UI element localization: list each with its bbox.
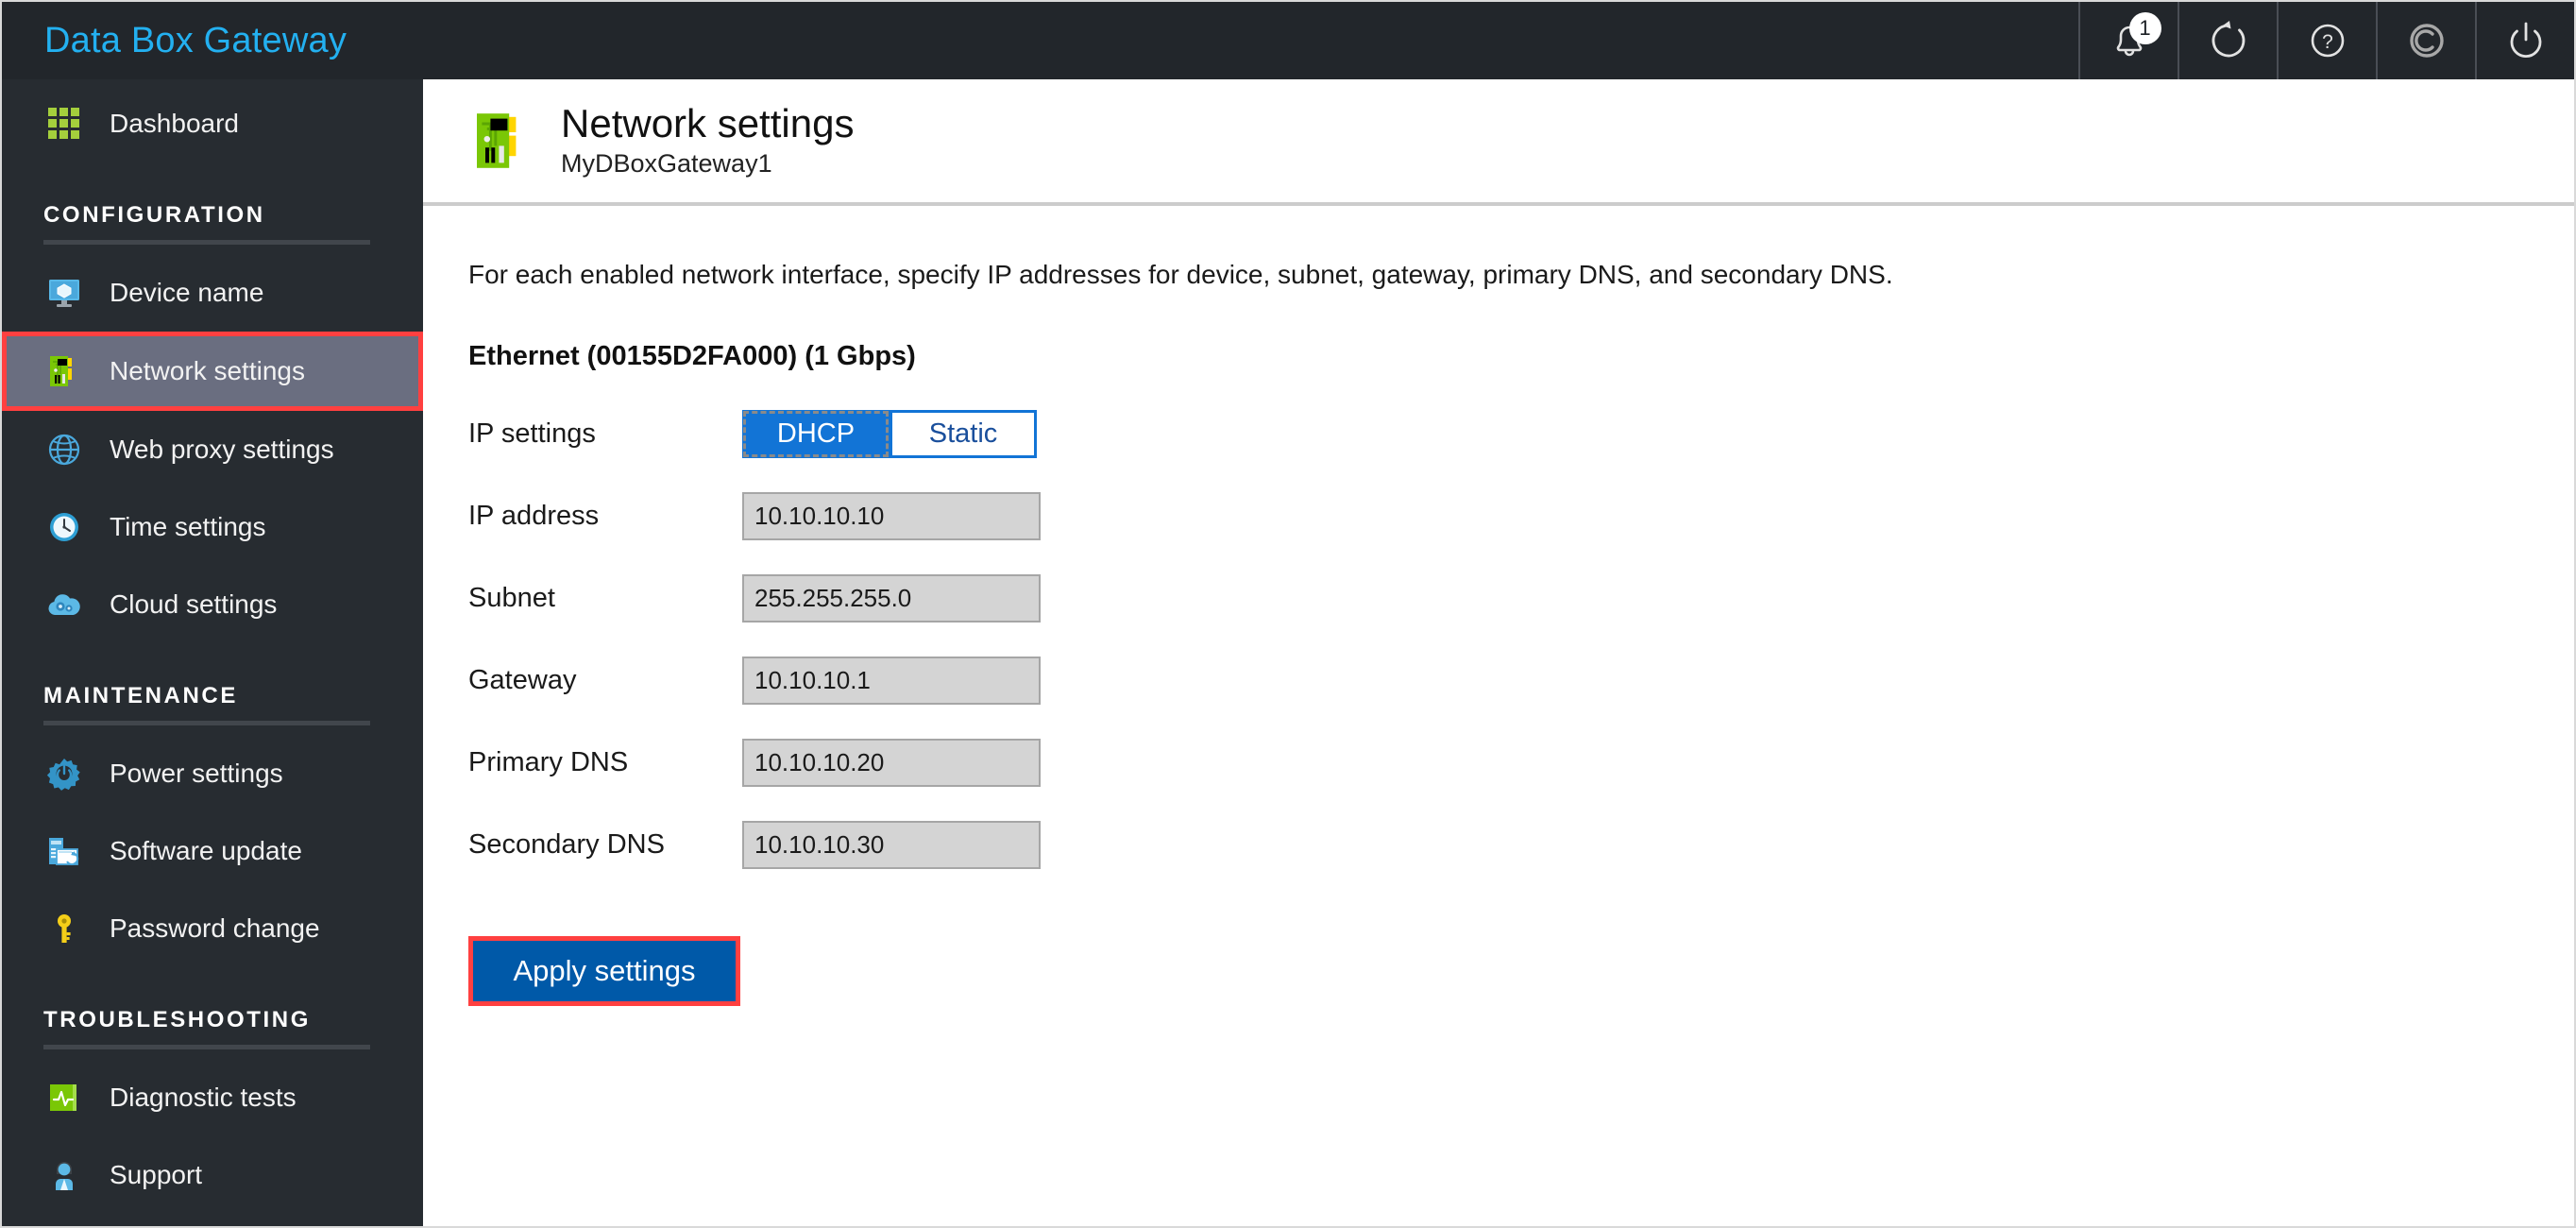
monitor-icon [43, 272, 85, 314]
sidebar-section-troubleshooting: TROUBLESHOOTING Diagnostic tests Support [2, 1007, 423, 1214]
page-title: Network settings [561, 100, 855, 145]
notification-badge: 1 [2128, 12, 2161, 44]
page-header-text: Network settings MyDBoxGateway1 [561, 100, 855, 179]
subnet-field: 255.255.255.0 [742, 574, 1054, 623]
intro-text: For each enabled network interface, spec… [468, 260, 1893, 289]
sidebar-item-label: Cloud settings [110, 589, 278, 619]
static-option-button[interactable]: Static [890, 410, 1037, 458]
secondary-dns-input[interactable]: 10.10.10.30 [742, 821, 1041, 869]
copyright-button[interactable] [2376, 2, 2475, 79]
sidebar-item-label: Support [110, 1160, 203, 1189]
ip-settings-field: DHCP Static [742, 410, 1054, 458]
help-icon: ? [2301, 14, 2354, 67]
section-title: CONFIGURATION [43, 202, 265, 228]
form-row-secondary-dns: Secondary DNS 10.10.10.30 [468, 804, 2574, 886]
ip-address-field: 10.10.10.10 [742, 492, 1054, 540]
apply-settings-button[interactable]: Apply settings [473, 941, 736, 1001]
clock-icon [43, 506, 85, 548]
grid-icon [43, 103, 85, 145]
sidebar-item-label: Software update [110, 836, 302, 865]
form-row-ip-settings: IP settings DHCP Static [468, 393, 2574, 475]
section-divider [43, 240, 370, 245]
sidebar-item-software-update[interactable]: Software update [2, 812, 423, 890]
ip-address-label: IP address [468, 501, 600, 531]
sidebar-item-label: Dashboard [110, 109, 239, 138]
refresh-button[interactable] [2178, 2, 2277, 79]
power-icon [2500, 14, 2552, 67]
copyright-icon [2400, 14, 2453, 67]
subnet-input[interactable]: 255.255.255.0 [742, 574, 1041, 623]
ip-address-input[interactable]: 10.10.10.10 [742, 492, 1041, 540]
section-title: TROUBLESHOOTING [43, 1007, 311, 1032]
main-content: Network settings MyDBoxGateway1 For each… [423, 79, 2574, 1226]
sidebar-item-label: Password change [110, 913, 320, 943]
network-card-icon [43, 350, 85, 392]
sidebar-item-diagnostic-tests[interactable]: Diagnostic tests [2, 1059, 423, 1136]
cloud-gear-icon [43, 584, 85, 625]
gateway-field: 10.10.10.1 [742, 657, 1054, 705]
sidebar-item-password-change[interactable]: Password change [2, 890, 423, 967]
topbar-actions: 1 ? [2078, 2, 2574, 79]
gateway-input[interactable]: 10.10.10.1 [742, 657, 1041, 705]
sidebar-item-label: Power settings [110, 759, 283, 788]
sidebar-item-label: Diagnostic tests [110, 1083, 297, 1112]
primary-dns-input[interactable]: 10.10.10.20 [742, 739, 1041, 787]
sidebar-section-maintenance: MAINTENANCE Power settings Software upda… [2, 683, 423, 967]
sidebar-item-cloud-settings[interactable]: Cloud settings [2, 566, 423, 643]
ip-settings-label: IP settings [468, 418, 596, 449]
secondary-dns-field: 10.10.10.30 [742, 821, 1054, 869]
network-card-icon [468, 107, 536, 175]
power-button[interactable] [2475, 2, 2574, 79]
sidebar-item-device-name[interactable]: Device name [2, 254, 423, 332]
form-row-gateway: Gateway 10.10.10.1 [468, 640, 2574, 722]
bell-icon: 1 [2103, 12, 2161, 67]
sidebar-item-label: Time settings [110, 512, 266, 541]
section-title: MAINTENANCE [43, 683, 238, 708]
key-icon [43, 908, 85, 949]
section-divider [43, 721, 370, 725]
sidebar-section-configuration: CONFIGURATION Device name Network settin… [2, 202, 423, 643]
sidebar-item-time-settings[interactable]: Time settings [2, 488, 423, 566]
dhcp-option-button[interactable]: DHCP [742, 410, 890, 458]
sidebar-item-label: Network settings [110, 356, 305, 385]
sidebar-item-dashboard[interactable]: Dashboard [2, 85, 423, 162]
app-brand-title: Data Box Gateway [44, 20, 347, 60]
globe-icon [43, 429, 85, 470]
sidebar-item-web-proxy-settings[interactable]: Web proxy settings [2, 411, 423, 488]
gateway-label: Gateway [468, 665, 577, 695]
interface-title: Ethernet (00155D2FA000) (1 Gbps) [468, 341, 916, 371]
svg-text:?: ? [2322, 31, 2333, 53]
ip-settings-segmented-control: DHCP Static [742, 410, 1054, 458]
section-divider [43, 1045, 370, 1049]
sidebar-item-label: Web proxy settings [110, 435, 334, 464]
primary-dns-label: Primary DNS [468, 747, 629, 777]
pulse-icon [43, 1077, 85, 1118]
sidebar-item-network-settings[interactable]: Network settings [2, 332, 423, 411]
network-settings-form: IP settings DHCP Static IP address 10.10… [423, 372, 2574, 886]
page-header: Network settings MyDBoxGateway1 [423, 79, 2574, 206]
form-row-primary-dns: Primary DNS 10.10.10.20 [468, 722, 2574, 804]
form-row-ip-address: IP address 10.10.10.10 [468, 475, 2574, 557]
apply-settings-annotation: Apply settings [468, 936, 740, 1006]
sidebar-item-power-settings[interactable]: Power settings [2, 735, 423, 812]
sidebar-item-support[interactable]: Support [2, 1136, 423, 1214]
gear-power-icon [43, 753, 85, 794]
sidebar: Dashboard CONFIGURATION Device name Netw… [2, 79, 423, 1226]
person-icon [43, 1154, 85, 1196]
subnet-label: Subnet [468, 583, 555, 613]
app-window: Data Box Gateway 1 ? Dashboard CONFIGURA… [0, 0, 2576, 1228]
sidebar-item-label: Device name [110, 278, 264, 307]
help-button[interactable]: ? [2277, 2, 2376, 79]
notifications-button[interactable]: 1 [2078, 2, 2178, 79]
device-name-subtitle: MyDBoxGateway1 [561, 149, 772, 179]
software-update-icon [43, 830, 85, 872]
refresh-icon [2202, 14, 2255, 67]
secondary-dns-label: Secondary DNS [468, 829, 665, 860]
form-row-subnet: Subnet 255.255.255.0 [468, 557, 2574, 640]
top-bar: Data Box Gateway 1 ? [2, 2, 2574, 79]
primary-dns-field: 10.10.10.20 [742, 739, 1054, 787]
